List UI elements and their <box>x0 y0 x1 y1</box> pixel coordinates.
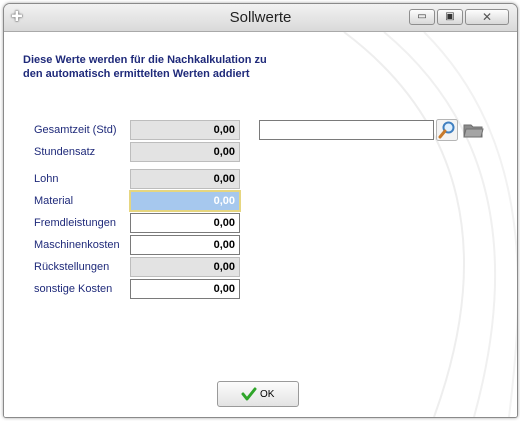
dialog-body: Diese Werte werden für die Nachkalkulati… <box>4 32 517 417</box>
label-sonstige-kosten: sonstige Kosten <box>34 283 113 295</box>
label-gesamtzeit: Gesamtzeit (Std) <box>34 124 117 136</box>
folder-icon[interactable] <box>462 120 484 140</box>
title-bar[interactable]: ✚ Sollwerte ▭ ▣ ✕ <box>4 4 517 32</box>
magnifier-icon[interactable] <box>436 119 458 141</box>
label-material: Material <box>34 195 74 207</box>
material-field[interactable]: 0,00 <box>129 190 241 212</box>
info-heading-line1: Diese Werte werden für die Nachkalkulati… <box>23 54 267 66</box>
sonstige-kosten-field[interactable]: 0,00 <box>130 279 240 299</box>
info-heading-line2: den automatisch ermittelten Werten addie… <box>23 68 250 80</box>
ok-button-label: OK <box>260 389 275 400</box>
label-rueckstellungen: Rückstellungen <box>34 261 110 273</box>
minimize-button[interactable]: ▭ <box>409 9 435 25</box>
maximize-button[interactable]: ▣ <box>437 9 463 25</box>
ok-button[interactable]: OK <box>217 381 299 407</box>
sollwerte-dialog: ✚ Sollwerte ▭ ▣ ✕ Diese Werte werden für… <box>3 3 518 418</box>
fremdleistungen-field[interactable]: 0,00 <box>130 213 240 233</box>
gesamtzeit-field: 0,00 <box>130 120 240 140</box>
check-icon <box>241 387 257 401</box>
maschinenkosten-field[interactable]: 0,00 <box>130 235 240 255</box>
info-heading: Diese Werte werden für die Nachkalkulati… <box>23 53 267 81</box>
lohn-field: 0,00 <box>130 169 240 189</box>
stundensatz-field: 0,00 <box>130 142 240 162</box>
rueckstellungen-field: 0,00 <box>130 257 240 277</box>
label-stundensatz: Stundensatz <box>34 146 96 158</box>
background-swoosh <box>343 32 517 417</box>
label-maschinenkosten: Maschinenkosten <box>34 239 120 251</box>
close-button[interactable]: ✕ <box>465 9 509 25</box>
label-lohn: Lohn <box>34 173 59 185</box>
label-fremdleistungen: Fremdleistungen <box>34 217 116 229</box>
search-input[interactable] <box>259 120 434 140</box>
